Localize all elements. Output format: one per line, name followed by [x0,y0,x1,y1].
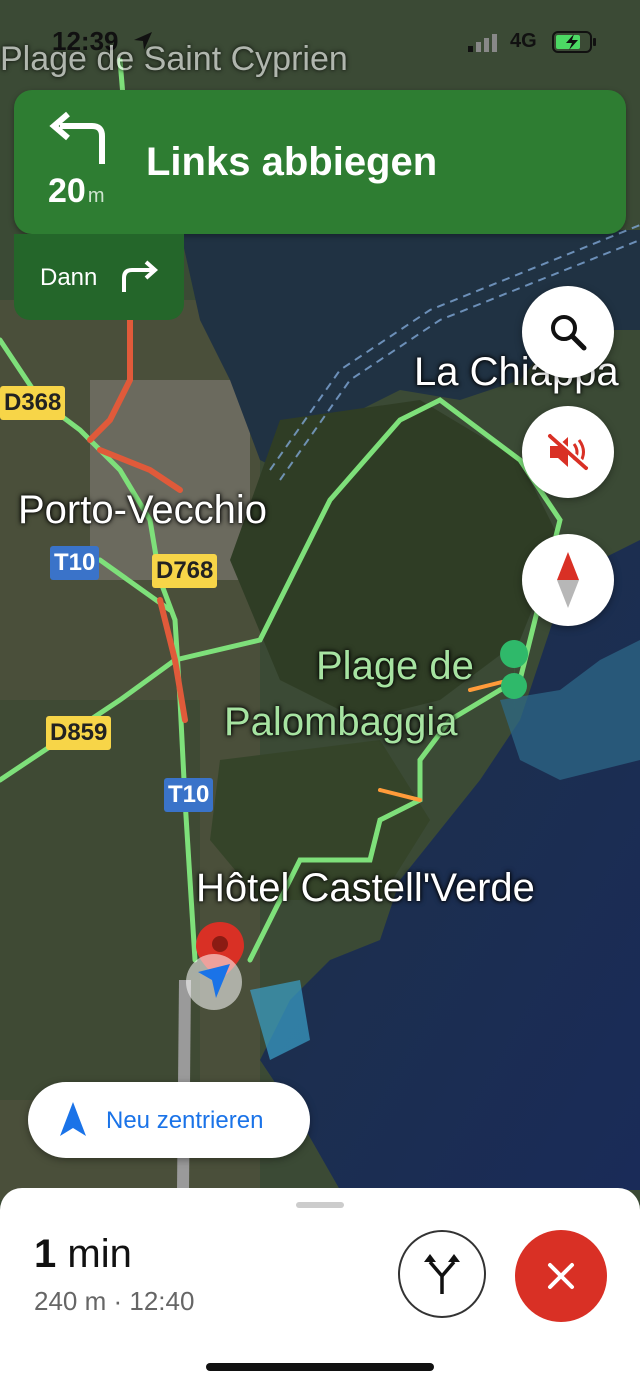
battery-charging-icon [552,31,596,53]
recenter-button[interactable]: Neu zentrieren [28,1082,310,1158]
search-button[interactable] [522,286,614,378]
instruction-text: Links abbiegen [146,140,438,184]
map-label-porto-vecchio: Porto-Vecchio [18,488,268,532]
turn-right-icon [122,260,159,292]
turn-distance: 20 m [48,172,105,211]
current-location-icon [186,954,242,1010]
navigation-instruction-card[interactable]: Links abbiegen [14,90,626,234]
then-card[interactable]: Dann [14,234,184,320]
route-fork-icon [424,1254,460,1294]
compass-icon [557,552,579,608]
map-label-plage-line2: Palombaggia [224,700,458,744]
road-shield-d768: D768 [152,554,218,588]
search-icon [551,315,587,351]
map-label-hotel: Hôtel Castell'Verde [196,866,535,910]
turn-distance-unit: m [87,185,105,207]
exit-navigation-button[interactable] [515,1230,607,1322]
signal-strength-icon [468,34,497,52]
turn-left-icon [49,111,105,164]
turn-distance-value: 20 [48,172,86,210]
compass-button[interactable] [522,534,614,626]
trip-details: 240 m · 12:40 [34,1286,195,1316]
sound-muted-icon [548,433,589,470]
recenter-label: Neu zentrieren [106,1107,264,1134]
mute-button[interactable] [522,406,614,498]
sheet-grab-handle[interactable] [296,1202,344,1208]
alternate-routes-button[interactable] [398,1230,486,1318]
eta-number: 1 [34,1232,57,1276]
close-icon [548,1263,574,1289]
road-shield-t10-south: T10 [164,778,214,812]
road-shield-t10: T10 [50,546,100,580]
network-type: 4G [510,30,537,52]
eta-unit: min [67,1232,132,1276]
trip-summary-sheet[interactable]: 1 min 240 m · 12:40 [0,1188,640,1385]
eta: 1 min [34,1232,132,1277]
home-indicator [206,1363,434,1371]
road-shield-d859: D859 [46,716,112,750]
navigation-arrow-icon [60,1102,86,1136]
map-label-top: Plage de Saint Cyprien [0,40,348,78]
then-label: Dann [40,264,98,291]
map-label-plage-line1: Plage de [316,644,474,688]
road-shield-d368: D368 [0,386,66,420]
